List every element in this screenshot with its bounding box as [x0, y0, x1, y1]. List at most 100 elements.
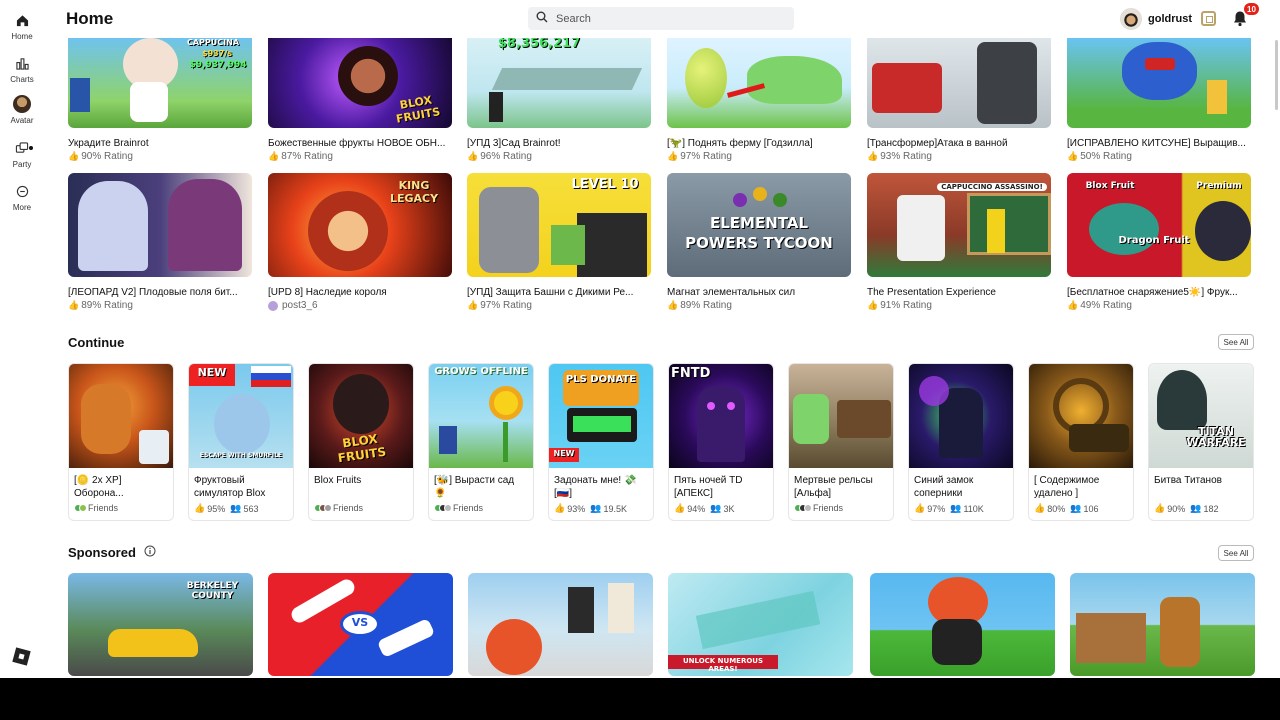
game-thumbnail[interactable]: [68, 173, 252, 277]
game-rating: 👍 96% Rating: [467, 151, 651, 162]
sponsored-tile[interactable]: [468, 573, 653, 676]
friends-label: Friends: [88, 503, 119, 513]
rating-text: 96% Rating: [480, 151, 532, 162]
see-all-button[interactable]: See All: [1218, 545, 1254, 561]
sponsored-tile[interactable]: BERKELEY COUNTY: [68, 573, 253, 676]
continue-card[interactable]: GROWS OFFLINE [🐝] Вырасти сад 🌻 Friends: [428, 363, 534, 521]
game-thumbnail[interactable]: KING LEGACY: [268, 173, 452, 277]
sponsored-tile[interactable]: [870, 573, 1055, 676]
game-thumbnail[interactable]: [789, 364, 893, 468]
game-tile[interactable]: BLOX FRUITS Божественные фрукты НОВОЕ ОБ…: [268, 38, 452, 162]
see-all-button[interactable]: See All: [1218, 334, 1254, 350]
continue-card[interactable]: Синий замок соперники 👍 97% 👥 110K: [908, 363, 1014, 521]
game-thumbnail[interactable]: [867, 38, 1051, 128]
game-thumbnail[interactable]: [909, 364, 1013, 468]
robux-icon[interactable]: [1201, 11, 1216, 26]
game-tile[interactable]: LEVEL 10 [УПД] Защита Башни с Дикими Ре.…: [467, 173, 651, 311]
game-thumbnail[interactable]: CAPPUCCINO ASSASSINO!: [867, 173, 1051, 277]
page-scrollbar[interactable]: [1275, 40, 1278, 110]
search-input[interactable]: [556, 12, 776, 25]
game-title: [Бесплатное снаряжение5☀️] Фрук...: [1067, 287, 1238, 298]
friend-avatars: [794, 504, 812, 512]
friends-label: Friends: [453, 503, 484, 513]
rating-text: 97% Rating: [680, 151, 732, 162]
game-thumbnail[interactable]: ELEMENTAL POWERS TYCOON: [667, 173, 851, 277]
rating-text: 89% Rating: [680, 300, 732, 311]
nav-label-home: Home: [11, 32, 33, 41]
user-avatar[interactable]: [1120, 8, 1142, 30]
continue-card[interactable]: FNTD Пять ночей TD [АПЕКС] 👍 94% 👥 3K: [668, 363, 774, 521]
game-rating: 👍 97% Rating: [667, 151, 851, 162]
game-tile[interactable]: [Трансформер]Атака в ванной 👍 93% Rating: [867, 38, 1051, 162]
thumbs-up-icon: 👍: [867, 151, 879, 161]
nav-item-charts[interactable]: Charts: [0, 54, 44, 94]
thumb-text: CAPPUCINA: [186, 38, 240, 47]
game-tile[interactable]: KING LEGACY [UPD 8] Наследие короля post…: [268, 173, 452, 311]
game-tile[interactable]: CAPPUCINA $937/s $9,937,994 Украдите Bra…: [68, 38, 252, 162]
game-thumbnail[interactable]: GROWS OFFLINE: [429, 364, 533, 468]
sponsored-tile[interactable]: [1070, 573, 1255, 676]
sponsored-tile[interactable]: VS: [268, 573, 453, 676]
game-tile[interactable]: $8,356,217 [УПД 3]Сад Brainrot! 👍 96% Rat…: [467, 38, 651, 162]
rating-text: 87% Rating: [281, 151, 333, 162]
continue-card[interactable]: [ Содержимое удалено ] 👍 80% 👥 106: [1028, 363, 1134, 521]
game-tile[interactable]: ELEMENTAL POWERS TYCOON Магнат элементал…: [667, 173, 851, 311]
game-thumbnail[interactable]: [1067, 38, 1251, 128]
game-thumbnail[interactable]: [1029, 364, 1133, 468]
username[interactable]: goldrust: [1148, 13, 1192, 25]
game-title: [ Содержимое удалено ]: [1034, 475, 1100, 499]
game-tile[interactable]: Blox Fruit Premium Dragon Fruit [Бесплат…: [1067, 173, 1251, 311]
game-tile[interactable]: [ИСПРАВЛЕНО КИТСУНЕ] Выращив... 👍 50% Rat…: [1067, 38, 1251, 162]
search-bar[interactable]: [528, 7, 794, 30]
game-thumbnail[interactable]: [667, 38, 851, 128]
continue-card[interactable]: TITAN WARFARE Битва Титанов 👍 90% 👥 182: [1148, 363, 1254, 521]
game-tile[interactable]: CAPPUCCINO ASSASSINO! The Presentation E…: [867, 173, 1051, 311]
game-thumbnail[interactable]: LEVEL 10: [467, 173, 651, 277]
sponsored-tile[interactable]: UNLOCK NUMEROUS AREAS!: [668, 573, 853, 676]
charts-icon: [13, 54, 31, 72]
continue-card[interactable]: Мертвые рельсы [Альфа] Friends: [788, 363, 894, 521]
nav-item-home[interactable]: Home: [0, 11, 44, 51]
game-thumbnail[interactable]: PLS DONATE NEW: [549, 364, 653, 468]
game-thumbnail[interactable]: Blox Fruit Premium Dragon Fruit: [1067, 173, 1251, 277]
game-thumbnail[interactable]: CAPPUCINA $937/s $9,937,994: [68, 38, 252, 128]
nav-item-party[interactable]: Party: [0, 139, 44, 179]
player-count: 3K: [723, 503, 735, 514]
search-icon: [536, 10, 548, 28]
game-thumbnail[interactable]: TITAN WARFARE: [1149, 364, 1253, 468]
game-thumbnail[interactable]: BLOX FRUITS: [309, 364, 413, 468]
thumbs-up-icon: 👍: [467, 151, 479, 161]
game-thumbnail[interactable]: $8,356,217: [467, 38, 651, 128]
thumb-text: ELEMENTAL POWERS TYCOON: [685, 214, 833, 252]
game-title: Синий замок соперники: [914, 475, 974, 499]
game-thumbnail[interactable]: FNTD: [669, 364, 773, 468]
thumb-text: VS: [351, 616, 369, 629]
nav-item-more[interactable]: More: [0, 182, 44, 222]
rating-text: 91% Rating: [880, 300, 932, 311]
game-thumbnail[interactable]: NEW ESCAPE WITH SMURFILE: [189, 364, 293, 468]
continue-card[interactable]: BLOX FRUITS Blox Fruits Friends: [308, 363, 414, 521]
thumbs-up-icon: 👍: [554, 503, 566, 513]
party-notification-dot: [29, 146, 33, 150]
nav-item-avatar[interactable]: Avatar: [0, 95, 44, 135]
game-stats: 👍 94% 👥 3K: [669, 501, 773, 516]
continue-card[interactable]: PLS DONATE NEW Задонать мне! 💸 [🇷🇺] 👍 93%…: [548, 363, 654, 521]
thumb-text: $937/s: [202, 49, 232, 58]
nav-label-charts: Charts: [10, 75, 34, 84]
player-count: 110K: [963, 503, 984, 514]
rating-text: 49% Rating: [1080, 300, 1132, 311]
continue-card[interactable]: NEW ESCAPE WITH SMURFILE Фруктовый симул…: [188, 363, 294, 521]
game-rating: 👍 89% Rating: [68, 300, 252, 311]
game-thumbnail[interactable]: [69, 364, 173, 468]
thumb-text: TITAN WARFARE: [1186, 425, 1246, 449]
continue-card[interactable]: [🪙 2x XP] Оборона... Friends: [68, 363, 174, 521]
roblox-logo-icon[interactable]: [12, 647, 31, 666]
avatar-icon: [13, 95, 31, 113]
game-tile[interactable]: [🦖] Поднять ферму [Годзилла] 👍 97% Rating: [667, 38, 851, 162]
section-title-sponsored: Sponsored: [68, 545, 156, 560]
info-icon[interactable]: [144, 545, 156, 560]
game-tile[interactable]: [ЛЕОПАРД V2] Плодовые поля бит... 👍 89% R…: [68, 173, 252, 311]
game-thumbnail[interactable]: BLOX FRUITS: [268, 38, 452, 128]
game-title: Задонать мне! 💸 [🇷🇺]: [554, 475, 637, 499]
user-menu[interactable]: goldrust: [1120, 7, 1192, 31]
